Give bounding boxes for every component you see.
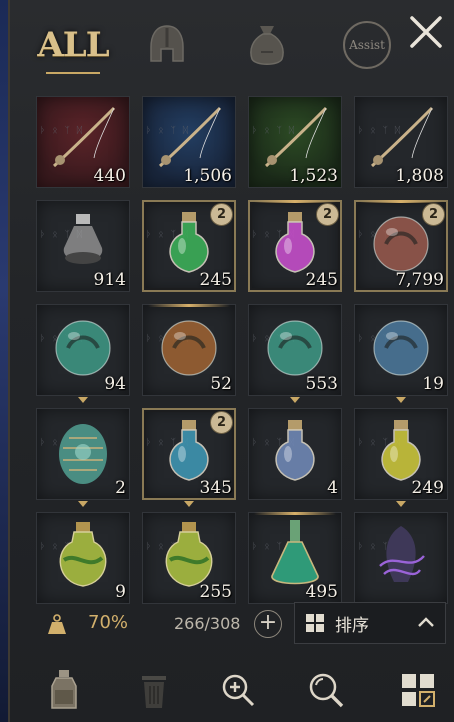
potion-tool-button[interactable] (34, 662, 94, 718)
item-count: 914 (93, 270, 126, 290)
item-count: 1,808 (395, 166, 444, 186)
helmet-icon (150, 25, 184, 62)
inventory-slot[interactable]: ᚦ ᛟ ᛉ ᛞ94 (36, 304, 130, 396)
item-count: 94 (104, 374, 126, 394)
tab-assist-label: Assist (349, 38, 385, 52)
inventory-slot[interactable]: ᚦ ᛟ ᛉ ᛞ 1,506 (142, 96, 236, 188)
close-button[interactable] (408, 14, 444, 50)
inventory-slot[interactable]: ᚦ ᛟ ᛉ ᛞ4 (248, 408, 342, 500)
item-count: 440 (93, 166, 126, 186)
item-count: 553 (305, 374, 338, 394)
item-count: 245 (305, 270, 338, 290)
inventory-slot[interactable]: ᚦ ᛟ ᛉ ᛞ52 (142, 304, 236, 396)
chevron-up-icon (418, 617, 434, 627)
inventory-slot[interactable]: ᚦ ᛟ ᛉ ᛞ553 (248, 304, 342, 396)
inventory-slot[interactable]: ᚦ ᛟ ᛉ ᛞ 495 (248, 512, 342, 604)
tab-all-label: ALL (37, 25, 109, 65)
item-count: 245 (199, 270, 232, 290)
discard-button[interactable] (124, 662, 184, 718)
close-icon (410, 16, 442, 48)
item-grade-badge: 2 (422, 203, 445, 226)
item-count: 52 (210, 374, 232, 394)
item-grade-badge: 2 (210, 411, 233, 434)
item-count: 7,799 (395, 270, 444, 290)
inventory-slot[interactable]: ᚦ ᛟ ᛉ ᛞ 255 (142, 512, 236, 604)
item-grade-badge: 2 (316, 203, 339, 226)
trash-icon (142, 676, 166, 708)
slot-marker-arrow (396, 397, 406, 403)
inventory-slot[interactable]: ᚦ ᛟ ᛉ ᛞ 914 (36, 200, 130, 292)
inventory-slot[interactable]: ᚦ ᛟ ᛉ ᛞ2 (36, 408, 130, 500)
grid-icon (402, 674, 435, 707)
item-count: 495 (305, 582, 338, 602)
tab-equipment[interactable] (132, 14, 202, 76)
inventory-slot[interactable]: ᚦ ᛟ ᛉ ᛞ19 (354, 304, 448, 396)
weight-percent: 70% (88, 612, 129, 633)
assist-ring: Assist (343, 21, 391, 69)
inventory-slot[interactable]: ᚦ ᛟ ᛉ ᛞ 1,808 (354, 96, 448, 188)
search-icon (309, 673, 344, 708)
inventory-panel: ALL Assist ᚦ ᛟ ᛉ ᛞ440ᚦ ᛟ ᛉ ᛞ1,506ᚦ ᛟ (8, 0, 454, 722)
slot-marker-arrow (396, 501, 406, 507)
item-count: 1,523 (289, 166, 338, 186)
expand-capacity-button[interactable]: + (254, 610, 282, 638)
sort-grid-icon (306, 614, 324, 632)
bottom-toolbar (36, 662, 450, 718)
inventory-slot[interactable]: ᚦ ᛟ ᛉ ᛞ (354, 512, 448, 604)
status-bar: 70% 266/308 + 排序 (36, 600, 450, 646)
sort-label: 排序 (335, 615, 369, 636)
inventory-slot[interactable]: ᚦ ᛟ ᛉ ᛞ 440 (36, 96, 130, 188)
item-count: 249 (411, 478, 444, 498)
void-crystal-icon (379, 526, 425, 582)
zoom-in-icon (222, 674, 255, 707)
inventory-slot[interactable]: ᚦ ᛟ ᛉ ᛞ 249 (354, 408, 448, 500)
inventory-slot[interactable]: ᚦ ᛟ ᛉ ᛞ 2 245 (248, 200, 342, 292)
layout-button[interactable] (388, 662, 448, 718)
tab-all[interactable]: ALL (37, 14, 110, 76)
tab-materials[interactable] (232, 14, 302, 76)
bag-icon (250, 26, 284, 65)
inventory-slot[interactable]: ᚦ ᛟ ᛉ ᛞ27,799 (354, 200, 448, 292)
item-count: 345 (199, 478, 232, 498)
slot-marker-arrow (78, 397, 88, 403)
zoom-in-button[interactable] (208, 662, 268, 718)
weight-icon (48, 614, 66, 634)
item-count: 255 (199, 582, 232, 602)
inventory-slot[interactable]: ᚦ ᛟ ᛉ ᛞ9 (36, 512, 130, 604)
search-button[interactable] (296, 662, 356, 718)
item-grade-badge: 2 (210, 203, 233, 226)
slot-marker-arrow (78, 501, 88, 507)
inventory-slot[interactable]: ᚦ ᛟ ᛉ ᛞ 1,523 (248, 96, 342, 188)
tab-assist[interactable]: Assist (332, 14, 402, 76)
tab-bar: ALL Assist (36, 14, 436, 76)
slot-marker-arrow (290, 397, 300, 403)
inventory-slot[interactable]: ᚦ ᛟ ᛉ ᛞ 2 245 (142, 200, 236, 292)
item-count: 9 (115, 582, 126, 602)
item-count: 2 (115, 478, 126, 498)
slot-marker-arrow (184, 501, 194, 507)
item-count: 19 (422, 374, 444, 394)
bag-capacity: 266/308 (174, 614, 241, 633)
sort-button[interactable]: 排序 (294, 602, 446, 644)
item-count: 4 (327, 478, 338, 498)
item-count: 1,506 (183, 166, 232, 186)
inventory-slot[interactable]: ᚦ ᛟ ᛉ ᛞ 2 345 (142, 408, 236, 500)
potion-icon (51, 670, 77, 709)
